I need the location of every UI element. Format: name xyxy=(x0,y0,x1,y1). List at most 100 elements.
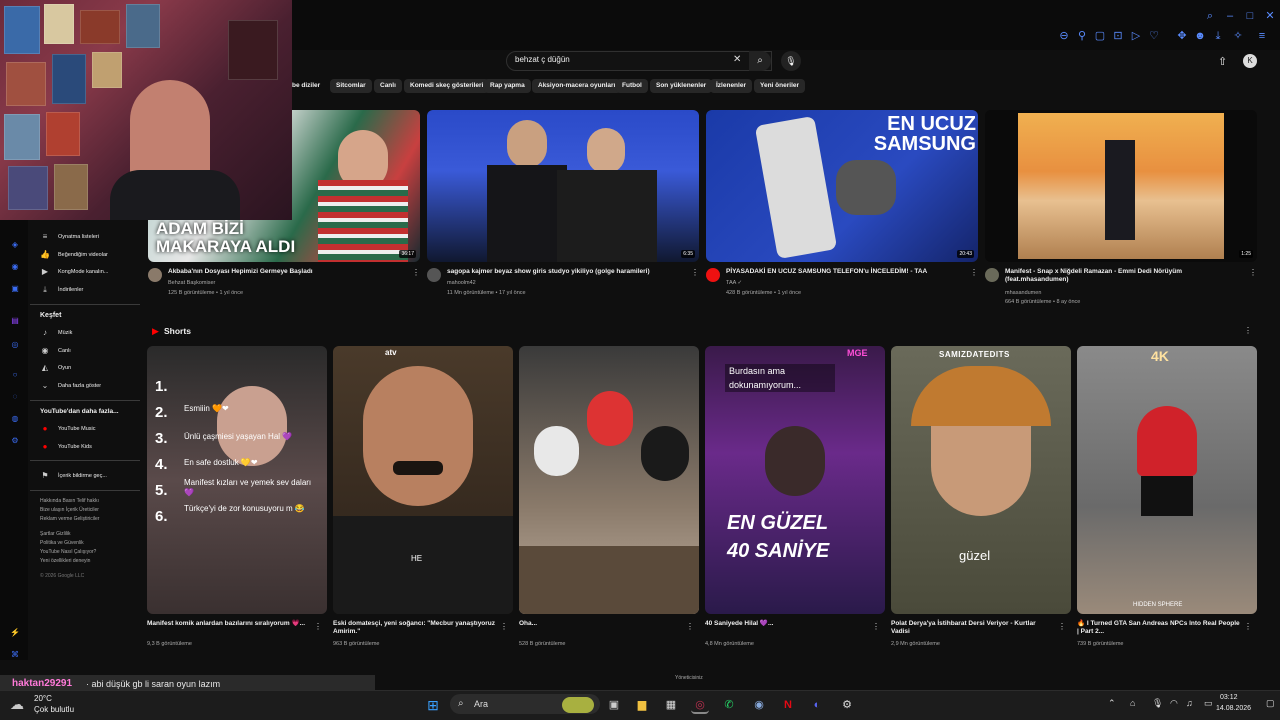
short-title[interactable]: 🔥 I Turned GTA San Andreas NPCs Into Rea… xyxy=(1077,620,1242,636)
menu-icon[interactable]: ≡ xyxy=(1256,30,1268,42)
search-query[interactable]: behzat ç düğün xyxy=(515,55,570,64)
channel-name[interactable]: mahoolm42 xyxy=(447,280,476,286)
mic-tray-icon[interactable]: 🎙 xyxy=(1152,698,1163,709)
notification-icon[interactable]: ▢ xyxy=(1266,698,1275,709)
close-window-icon[interactable]: ✕ xyxy=(1264,10,1276,22)
sidebar-item-live[interactable]: ◉ Canlı xyxy=(40,346,71,355)
store-icon[interactable]: ▦ xyxy=(662,696,680,714)
chip[interactable]: Sitcomlar xyxy=(330,79,372,93)
short-title[interactable]: Oha... xyxy=(519,620,684,628)
network-tray-icon[interactable]: ⌂ xyxy=(1130,698,1135,708)
weather-desc[interactable]: Çok bulutlu xyxy=(34,705,74,714)
upload-icon[interactable]: ⇧ xyxy=(1218,55,1227,68)
short-thumbnail[interactable]: atv HE xyxy=(333,346,513,614)
video-title[interactable]: sagopa kajmer beyaz show giris studyo yi… xyxy=(447,268,650,276)
channel-avatar[interactable] xyxy=(148,268,162,282)
sidebar-item-yt-music[interactable]: ● YouTube Music xyxy=(40,424,96,433)
short-thumbnail[interactable]: SAMIZDATEDITS güzel xyxy=(891,346,1071,614)
rail-icon[interactable]: ◎ xyxy=(10,340,20,350)
chip[interactable]: be diziler xyxy=(286,79,326,93)
more-options-icon[interactable]: ⋮ xyxy=(314,622,322,631)
steam-icon[interactable]: ◉ xyxy=(750,696,768,714)
play-icon[interactable]: ▷ xyxy=(1130,30,1142,42)
more-options-icon[interactable]: ⋮ xyxy=(872,622,880,631)
rail-icon[interactable]: ▣ xyxy=(10,284,20,294)
video-thumbnail[interactable]: 6:35 xyxy=(427,110,699,262)
netflix-icon[interactable]: N xyxy=(779,696,797,714)
video-title[interactable]: PİYASADAKİ EN UCUZ SAMSUNG TELEFON'u İNC… xyxy=(726,268,927,276)
short-title[interactable]: Polat Derya'ya İstihbarat Dersi Veriyor … xyxy=(891,620,1056,636)
chip[interactable]: Yeni öneriler xyxy=(754,79,806,93)
chip[interactable]: Canlı xyxy=(374,79,402,93)
task-view-icon[interactable]: ▣ xyxy=(605,696,623,714)
channel-name[interactable]: mhasandumen xyxy=(1005,290,1041,296)
chip[interactable]: İzlenenler xyxy=(710,79,752,93)
sidebar-item-liked[interactable]: 👍 Beğendiğim videolar xyxy=(40,250,108,259)
clock-date[interactable]: 14.08.2026 xyxy=(1216,705,1251,712)
sidebar-item-downloads[interactable]: ⤓ İndirilenler xyxy=(40,285,83,295)
mic-icon[interactable]: 🎙 xyxy=(781,51,801,71)
more-options-icon[interactable]: ⋮ xyxy=(412,268,420,277)
bookmark-icon[interactable]: ▢ xyxy=(1094,30,1106,42)
short-title[interactable]: Manifest komik anlardan bazılarını sıral… xyxy=(147,620,312,628)
sidebar-item-show-more[interactable]: ⌄ Daha fazla göster xyxy=(40,381,101,390)
chip[interactable]: Futbol xyxy=(616,79,648,93)
rail-icon[interactable]: ⌘ xyxy=(10,650,20,660)
sidebar-item-playlists[interactable]: ≡ Oynatma listeleri xyxy=(40,232,99,241)
twitch-icon[interactable]: ▤ xyxy=(10,316,20,326)
discord-icon[interactable]: ◐ xyxy=(808,696,826,714)
wifi-icon[interactable]: ◠ xyxy=(1170,698,1178,709)
more-options-icon[interactable]: ⋮ xyxy=(970,268,978,277)
video-thumbnail[interactable]: EN UCUZ SAMSUNG 20:43 xyxy=(706,110,978,262)
chip[interactable]: Son yüklenenler xyxy=(650,79,713,93)
browser-icon[interactable]: ◎ xyxy=(691,696,709,714)
short-title[interactable]: 40 Saniyede Hilal 💜... xyxy=(705,620,870,628)
sidebar-item-channel[interactable]: ▶ KongMode kanalın... xyxy=(40,267,109,276)
sidebar-item-music[interactable]: ♪ Müzik xyxy=(40,328,72,337)
more-options-icon[interactable]: ⋮ xyxy=(1244,326,1252,335)
download-toolbar-icon[interactable]: ⤓ xyxy=(1212,30,1224,42)
whatsapp-icon[interactable]: ✆ xyxy=(720,696,738,714)
clock-time[interactable]: 03:12 xyxy=(1220,694,1238,701)
rail-icon[interactable]: ⚡ xyxy=(10,628,20,638)
sidebar-item-gaming[interactable]: ◭ Oyun xyxy=(40,363,71,372)
more-options-icon[interactable]: ⋮ xyxy=(1244,622,1252,631)
volume-icon[interactable]: ♫ xyxy=(1186,698,1193,708)
battery-icon[interactable]: ▭ xyxy=(1204,698,1213,709)
footer-links[interactable]: Hakkında Basın Telif hakkı Bize ulaşın İ… xyxy=(40,497,140,581)
close-icon[interactable]: ✕ xyxy=(733,54,741,65)
more-options-icon[interactable]: ⋮ xyxy=(1249,268,1257,277)
channel-avatar[interactable] xyxy=(427,268,441,282)
rail-icon[interactable]: ⚙ xyxy=(10,436,20,446)
more-options-icon[interactable]: ⋮ xyxy=(500,622,508,631)
rail-icon[interactable]: ◉ xyxy=(10,262,20,272)
ai-icon[interactable]: ✧ xyxy=(1230,30,1246,42)
weather-temp[interactable]: 20°C xyxy=(34,694,52,703)
rail-icon[interactable]: ◍ xyxy=(10,414,20,424)
video-thumbnail[interactable]: 1:25 xyxy=(985,110,1257,262)
sidebar-item-yt-kids[interactable]: ● YouTube Kids xyxy=(40,442,92,451)
sidebar-item-report[interactable]: ⚑ İçerik bildirme geç... xyxy=(40,471,107,480)
rail-icon[interactable]: ○ xyxy=(10,370,20,380)
more-options-icon[interactable]: ⋮ xyxy=(691,268,699,277)
more-options-icon[interactable]: ⋮ xyxy=(1058,622,1066,631)
short-thumbnail[interactable]: 1. 2. 3. 4. 5. 6. Esmiiin 🧡❤ Ünlü çaşmiesi ya… xyxy=(147,346,327,614)
chip[interactable]: Rap yapma xyxy=(484,79,531,93)
chip[interactable]: Komedi skeç gösterileri xyxy=(404,79,490,93)
rail-icon[interactable]: ◌ xyxy=(10,392,20,402)
video-title[interactable]: Akbaba'nın Dosyası Hepimizi Germeye Başl… xyxy=(168,268,313,276)
windows-start-icon[interactable]: ⊞ xyxy=(424,696,442,714)
video-title[interactable]: Manifest - Snap x Niğdeli Ramazan - Emmi… xyxy=(1005,268,1225,284)
chevron-up-icon[interactable]: ⌃ xyxy=(1108,698,1116,709)
extension-icon[interactable]: ⊡ xyxy=(1112,30,1124,42)
short-thumbnail[interactable] xyxy=(519,346,699,614)
pin-icon[interactable]: ⚲ xyxy=(1076,30,1088,42)
weather-icon[interactable]: ☁ xyxy=(10,696,24,713)
rail-icon[interactable]: ◈ xyxy=(10,240,20,250)
short-thumbnail[interactable]: Burdasın ama dokunamıyorum... MGE EN GÜZ… xyxy=(705,346,885,614)
channel-name[interactable]: Behzat Başkomiser xyxy=(168,280,215,286)
zoom-icon[interactable]: ⊖ xyxy=(1058,30,1070,42)
profile-icon[interactable]: ☻ xyxy=(1194,30,1206,42)
avatar[interactable]: K xyxy=(1243,54,1257,68)
puzzle-icon[interactable]: ✥ xyxy=(1176,30,1188,42)
